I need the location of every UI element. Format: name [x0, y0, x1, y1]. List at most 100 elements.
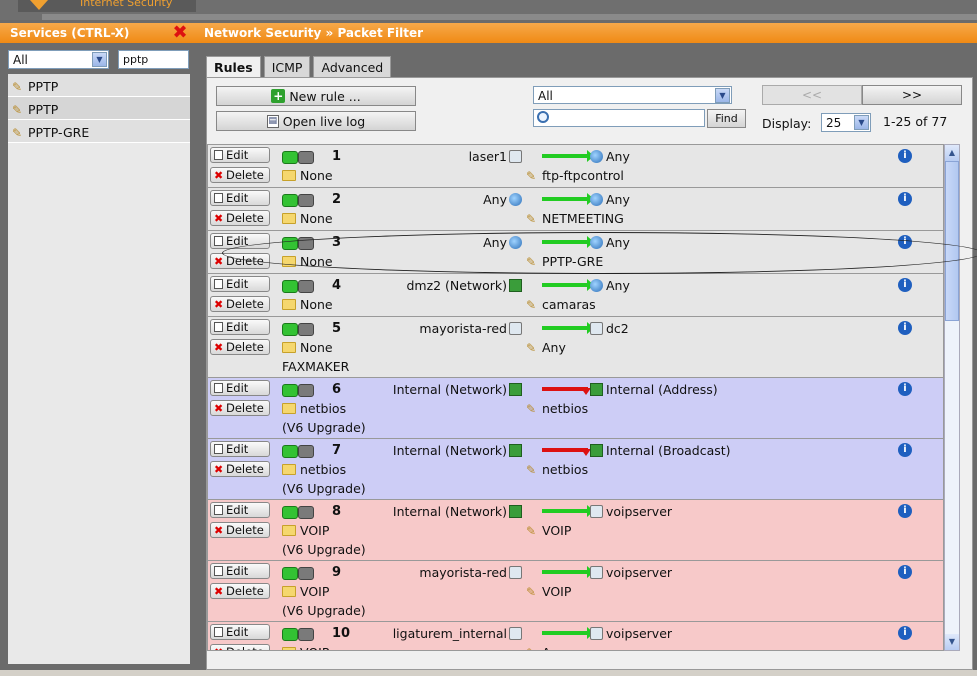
- rule-row[interactable]: Edit ✖ Delete 5 None FAXMAKER mayorista-…: [208, 317, 943, 378]
- info-icon[interactable]: i: [898, 278, 912, 292]
- rule-row[interactable]: Edit ✖ Delete 1 None laser1 Any ✎ ftp-ft…: [208, 145, 943, 188]
- rule-row[interactable]: Edit ✖ Delete 3 None Any Any ✎ PPTP-GRE: [208, 231, 943, 274]
- info-icon[interactable]: i: [898, 235, 912, 249]
- rule-source[interactable]: mayorista-red: [419, 565, 522, 580]
- delete-rule-button[interactable]: ✖ Delete: [210, 296, 270, 312]
- open-live-log-button[interactable]: ▤ Open live log: [216, 111, 416, 131]
- rule-service[interactable]: ✎ Any: [526, 340, 566, 355]
- rule-source[interactable]: ligaturem_internal: [393, 626, 522, 641]
- delete-rule-button[interactable]: ✖ Delete: [210, 210, 270, 226]
- edit-rule-button[interactable]: Edit: [210, 624, 270, 640]
- rule-toggle[interactable]: [282, 237, 314, 250]
- rule-toggle[interactable]: [282, 323, 314, 336]
- group-filter-select[interactable]: All ▼: [533, 86, 732, 104]
- rule-service[interactable]: ✎ ftp-ftpcontrol: [526, 168, 624, 183]
- rule-service[interactable]: ✎ camaras: [526, 297, 596, 312]
- info-icon[interactable]: i: [898, 149, 912, 163]
- tab-advanced[interactable]: Advanced: [313, 56, 392, 77]
- new-rule-button[interactable]: + New rule ...: [216, 86, 416, 106]
- service-item-pptp[interactable]: ✎ PPTP: [8, 97, 190, 120]
- info-icon[interactable]: i: [898, 192, 912, 206]
- close-icon[interactable]: ✖: [172, 24, 188, 42]
- rule-toggle[interactable]: [282, 567, 314, 580]
- rule-toggle[interactable]: [282, 384, 314, 397]
- display-count-select[interactable]: 25 ▼: [821, 113, 871, 132]
- rule-service[interactable]: ✎ NETMEETING: [526, 211, 624, 226]
- rule-row[interactable]: Edit ✖ Delete 6 netbios (V6 Upgrade) Int…: [208, 378, 943, 439]
- rule-source[interactable]: laser1: [469, 149, 522, 164]
- delete-rule-button[interactable]: ✖ Delete: [210, 339, 270, 355]
- service-item-pptp[interactable]: ✎ PPTP: [8, 74, 190, 97]
- rule-row[interactable]: Edit ✖ Delete 4 None dmz2 (Network) Any …: [208, 274, 943, 317]
- rule-destination[interactable]: Any: [590, 235, 630, 250]
- next-page-button[interactable]: >>: [862, 85, 962, 105]
- rule-toggle[interactable]: [282, 628, 314, 641]
- rule-toggle[interactable]: [282, 194, 314, 207]
- scroll-down-icon[interactable]: ▼: [945, 634, 959, 650]
- edit-rule-button[interactable]: Edit: [210, 147, 270, 163]
- service-item-pptp-gre[interactable]: ✎ PPTP-GRE: [8, 120, 190, 143]
- chevron-down-icon[interactable]: ▼: [715, 88, 730, 103]
- rule-destination[interactable]: Internal (Address): [590, 382, 718, 397]
- rule-row[interactable]: Edit ✖ Delete 7 netbios (V6 Upgrade) Int…: [208, 439, 943, 500]
- rule-destination[interactable]: voipserver: [590, 565, 672, 580]
- edit-rule-button[interactable]: Edit: [210, 441, 270, 457]
- delete-rule-button[interactable]: ✖ Delete: [210, 644, 270, 650]
- rule-source[interactable]: dmz2 (Network): [406, 278, 522, 293]
- rule-source[interactable]: Internal (Network): [393, 504, 522, 519]
- info-icon[interactable]: i: [898, 626, 912, 640]
- edit-rule-button[interactable]: Edit: [210, 233, 270, 249]
- services-filter-select[interactable]: All ▼: [8, 50, 109, 69]
- edit-rule-button[interactable]: Edit: [210, 319, 270, 335]
- rule-service[interactable]: ✎ VOIP: [526, 523, 571, 538]
- rule-toggle[interactable]: [282, 445, 314, 458]
- rule-destination[interactable]: Internal (Broadcast): [590, 443, 731, 458]
- edit-rule-button[interactable]: Edit: [210, 380, 270, 396]
- delete-rule-button[interactable]: ✖ Delete: [210, 253, 270, 269]
- tab-icmp[interactable]: ICMP: [263, 56, 311, 77]
- rule-source[interactable]: Internal (Network): [393, 382, 522, 397]
- rule-row[interactable]: Edit ✖ Delete 8 VOIP (V6 Upgrade) Intern…: [208, 500, 943, 561]
- rule-service[interactable]: ✎ VOIP: [526, 584, 571, 599]
- previous-page-button[interactable]: <<: [762, 85, 862, 105]
- rule-toggle[interactable]: [282, 280, 314, 293]
- rule-row[interactable]: Edit ✖ Delete 9 VOIP (V6 Upgrade) mayori…: [208, 561, 943, 622]
- delete-rule-button[interactable]: ✖ Delete: [210, 167, 270, 183]
- rule-destination[interactable]: voipserver: [590, 626, 672, 641]
- rule-service[interactable]: ✎ netbios: [526, 401, 588, 416]
- rule-toggle[interactable]: [282, 151, 314, 164]
- rule-row[interactable]: Edit ✖ Delete 2 None Any Any ✎ NETMEETIN…: [208, 188, 943, 231]
- rule-service[interactable]: ✎ netbios: [526, 462, 588, 477]
- scroll-thumb[interactable]: [945, 161, 959, 321]
- info-icon[interactable]: i: [898, 321, 912, 335]
- services-search-input[interactable]: pptp: [118, 50, 189, 69]
- rule-source[interactable]: Any: [483, 235, 522, 250]
- chevron-down-icon[interactable]: ▼: [854, 115, 869, 130]
- rule-destination[interactable]: dc2: [590, 321, 629, 336]
- info-icon[interactable]: i: [898, 382, 912, 396]
- chevron-down-icon[interactable]: ▼: [92, 52, 107, 67]
- edit-rule-button[interactable]: Edit: [210, 190, 270, 206]
- find-button[interactable]: Find: [707, 109, 746, 128]
- rule-destination[interactable]: voipserver: [590, 504, 672, 519]
- edit-rule-button[interactable]: Edit: [210, 502, 270, 518]
- edit-rule-button[interactable]: Edit: [210, 563, 270, 579]
- rule-source[interactable]: Any: [483, 192, 522, 207]
- rule-destination[interactable]: Any: [590, 192, 630, 207]
- rule-source[interactable]: Internal (Network): [393, 443, 522, 458]
- info-icon[interactable]: i: [898, 504, 912, 518]
- delete-rule-button[interactable]: ✖ Delete: [210, 400, 270, 416]
- rule-source[interactable]: mayorista-red: [419, 321, 522, 336]
- rule-service[interactable]: ✎ PPTP-GRE: [526, 254, 603, 269]
- delete-rule-button[interactable]: ✖ Delete: [210, 583, 270, 599]
- edit-rule-button[interactable]: Edit: [210, 276, 270, 292]
- rule-destination[interactable]: Any: [590, 278, 630, 293]
- rule-row[interactable]: Edit ✖ Delete 10 VOIP ligaturem_internal…: [208, 622, 943, 650]
- tab-rules[interactable]: Rules: [206, 56, 261, 78]
- rule-service[interactable]: ✎ Any: [526, 645, 566, 650]
- scroll-up-icon[interactable]: ▲: [945, 145, 959, 161]
- rule-toggle[interactable]: [282, 506, 314, 519]
- rules-scrollbar[interactable]: ▲ ▼: [944, 144, 960, 651]
- rule-destination[interactable]: Any: [590, 149, 630, 164]
- delete-rule-button[interactable]: ✖ Delete: [210, 461, 270, 477]
